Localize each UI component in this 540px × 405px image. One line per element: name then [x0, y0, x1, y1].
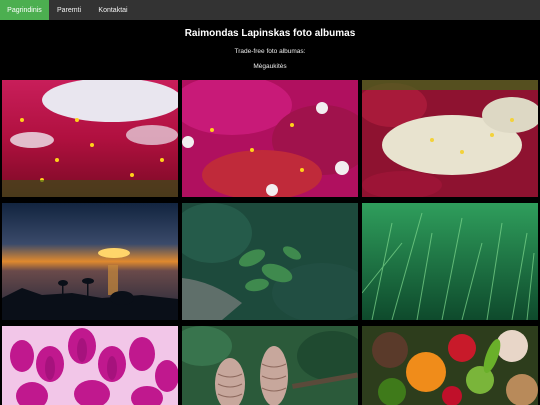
photo-white-primulas[interactable] [362, 80, 538, 197]
photo-green-leaves-image [182, 203, 358, 320]
photo-green-grass[interactable] [362, 203, 538, 320]
top-navbar: Pagrindinis Paremti Kontaktai [0, 0, 540, 20]
nav-home[interactable]: Pagrindinis [0, 0, 49, 20]
photo-white-primulas-image [362, 80, 538, 197]
photo-purple-tulips-image [2, 326, 178, 405]
photo-green-grass-image [362, 203, 538, 320]
photo-fruit-vegetables-image [362, 326, 538, 405]
photo-red-primulas-image [2, 80, 178, 197]
page-subtitle: Trade-free foto albumas: [234, 48, 306, 55]
photo-pine-cones[interactable] [182, 326, 358, 405]
photo-purple-tulips[interactable] [2, 326, 178, 405]
photo-red-primulas[interactable] [2, 80, 178, 197]
photo-magenta-primulas[interactable] [182, 80, 358, 197]
page-title: Raimondas Lapinskas foto albumas [184, 28, 356, 39]
photo-green-leaves[interactable] [182, 203, 358, 320]
nav-contacts[interactable]: Kontaktai [89, 0, 137, 20]
photo-sunset-sea[interactable] [2, 203, 178, 320]
nav-support[interactable]: Paremti [49, 0, 89, 20]
photo-fruit-vegetables[interactable] [362, 326, 538, 405]
favorites-link[interactable]: Mėgaukitės [0, 63, 540, 70]
photo-magenta-primulas-image [182, 80, 358, 197]
photo-sunset-sea-image [2, 203, 178, 320]
photo-pine-cones-image [182, 326, 358, 405]
